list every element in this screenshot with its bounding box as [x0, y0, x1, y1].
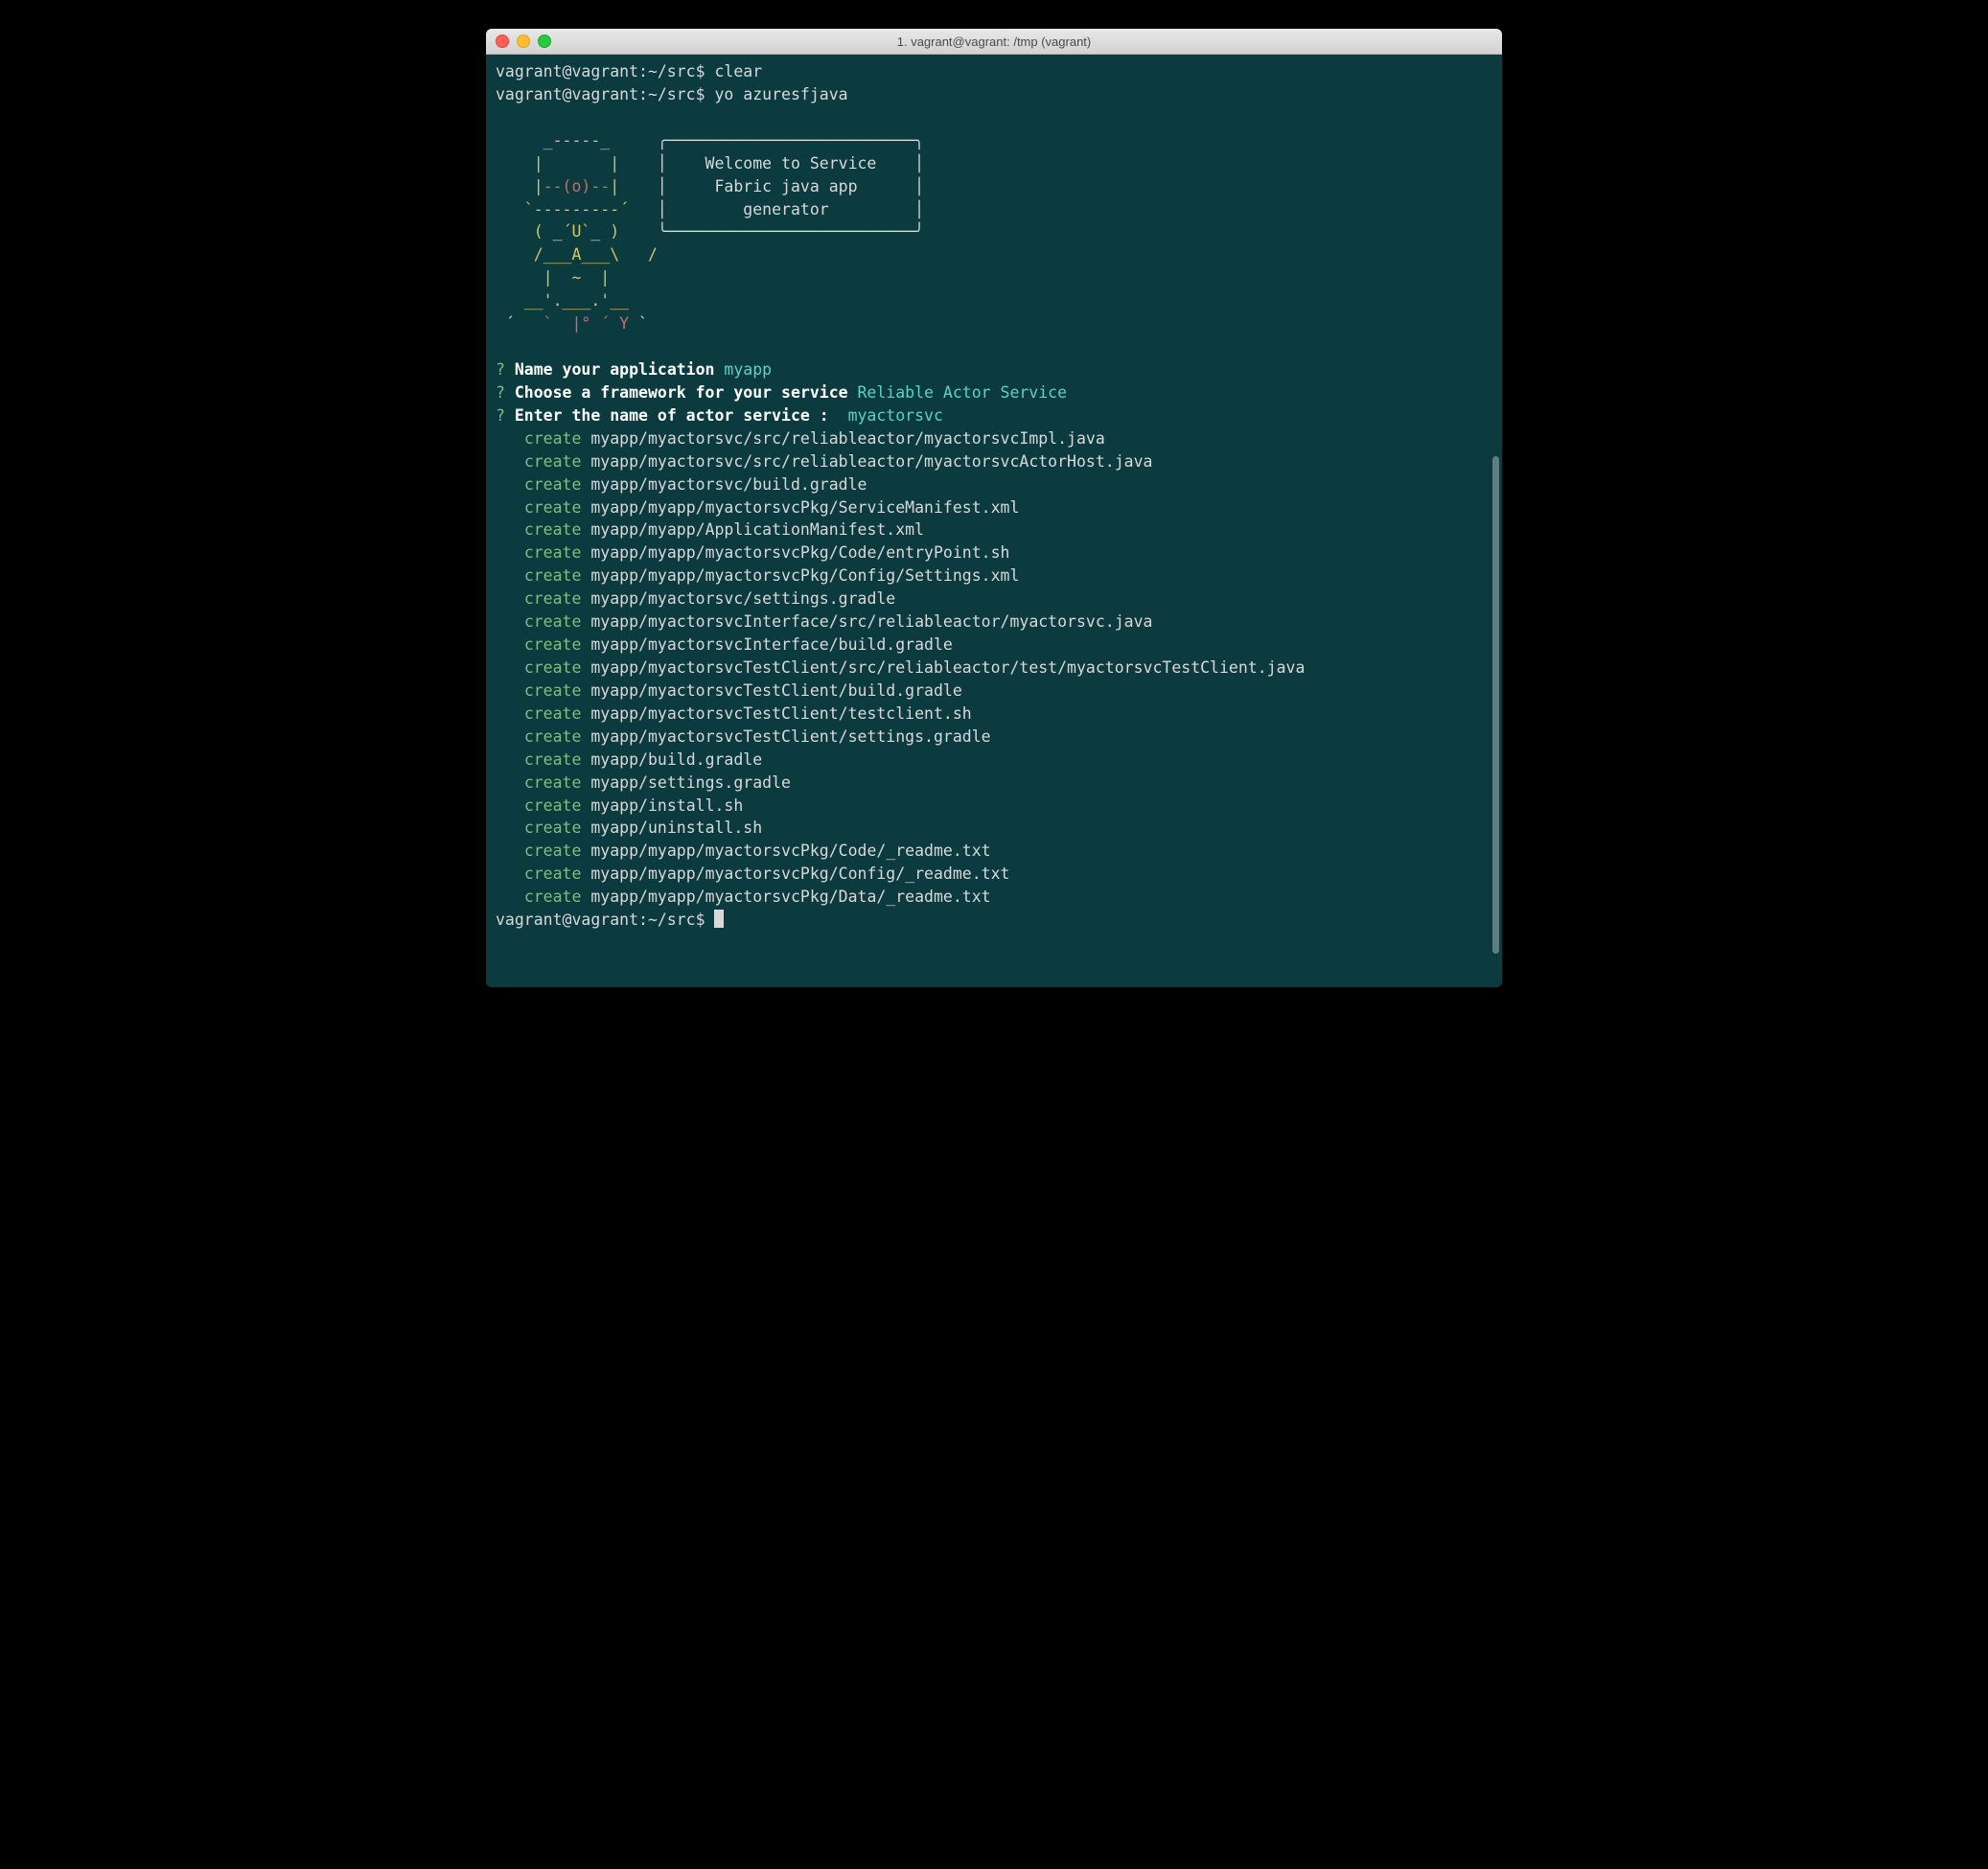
create-label: create	[524, 658, 582, 677]
file-path: myapp/myactorsvc/src/reliableactor/myact…	[590, 429, 1104, 448]
file-path: myapp/myapp/myactorsvcPkg/Code/_readme.t…	[590, 842, 990, 860]
command-1: clear	[714, 62, 762, 81]
create-label: create	[524, 589, 582, 608]
file-path: myapp/myactorsvcInterface/src/reliableac…	[590, 612, 1152, 631]
prompt-line-3: vagrant@vagrant:~/src$	[496, 911, 714, 929]
command-2: yo azuresfjava	[714, 85, 847, 104]
create-label: create	[524, 612, 582, 631]
create-label: create	[524, 429, 582, 448]
create-label: create	[524, 750, 582, 769]
file-path: myapp/myapp/ApplicationManifest.xml	[590, 520, 924, 539]
create-label: create	[524, 475, 582, 494]
answer-2: Reliable Actor Service	[858, 383, 1068, 402]
create-label: create	[524, 796, 582, 815]
file-path: myapp/myactorsvcTestClient/settings.grad…	[590, 727, 990, 746]
file-path: myapp/settings.gradle	[590, 773, 791, 792]
file-path: myapp/build.gradle	[590, 750, 762, 769]
yeoman-art: _-----_	[496, 131, 658, 150]
file-path: myapp/myactorsvcTestClient/src/reliablea…	[590, 658, 1305, 677]
terminal-window: 1. vagrant@vagrant: /tmp (vagrant) vagra…	[486, 29, 1502, 987]
question-mark: ?	[496, 406, 505, 425]
create-label: create	[524, 888, 582, 906]
create-lines: create myapp/myactorsvc/src/reliableacto…	[496, 429, 1305, 906]
file-path: myapp/install.sh	[590, 796, 743, 815]
scrollbar[interactable]	[1492, 60, 1499, 981]
create-label: create	[524, 566, 582, 585]
titlebar: 1. vagrant@vagrant: /tmp (vagrant)	[486, 29, 1502, 55]
file-path: myapp/myactorsvc/settings.gradle	[590, 589, 895, 608]
create-label: create	[524, 543, 582, 562]
question-1: Name your application	[505, 360, 724, 379]
file-path: myapp/myactorsvcInterface/build.gradle	[590, 635, 953, 654]
question-mark: ?	[496, 360, 505, 379]
create-label: create	[524, 452, 582, 471]
scrollbar-thumb[interactable]	[1492, 456, 1499, 954]
create-label: create	[524, 681, 582, 700]
question-mark: ?	[496, 383, 505, 402]
create-label: create	[524, 635, 582, 654]
create-label: create	[524, 773, 582, 792]
prompt-line-1: vagrant@vagrant:~/src$	[496, 62, 714, 81]
file-path: myapp/myactorsvc/src/reliableactor/myact…	[590, 452, 1152, 471]
create-label: create	[524, 520, 582, 539]
file-path: myapp/myactorsvcTestClient/build.gradle	[590, 681, 961, 700]
create-label: create	[524, 842, 582, 860]
create-label: create	[524, 727, 582, 746]
question-3: Enter the name of actor service :	[505, 406, 848, 425]
window-title: 1. vagrant@vagrant: /tmp (vagrant)	[486, 35, 1502, 49]
create-label: create	[524, 498, 582, 517]
file-path: myapp/myactorsvc/build.gradle	[590, 475, 867, 494]
file-path: myapp/myapp/myactorsvcPkg/Config/_readme…	[590, 865, 1009, 883]
file-path: myapp/myapp/myactorsvcPkg/Config/Setting…	[590, 566, 1019, 585]
cursor-icon	[714, 910, 724, 928]
file-path: myapp/myapp/myactorsvcPkg/ServiceManifes…	[590, 498, 1019, 517]
file-path: myapp/uninstall.sh	[590, 819, 762, 837]
file-path: myapp/myapp/myactorsvcPkg/Code/entryPoin…	[590, 543, 1009, 562]
prompt-line-2: vagrant@vagrant:~/src$	[496, 85, 714, 104]
terminal-body[interactable]: vagrant@vagrant:~/src$ clear vagrant@vag…	[486, 55, 1502, 987]
question-2: Choose a framework for your service	[505, 383, 858, 402]
create-label: create	[524, 865, 582, 883]
file-path: myapp/myapp/myactorsvcPkg/Data/_readme.t…	[590, 888, 990, 906]
answer-3: myactorsvc	[848, 406, 943, 425]
create-label: create	[524, 819, 582, 837]
file-path: myapp/myactorsvcTestClient/testclient.sh	[590, 704, 971, 723]
answer-1: myapp	[724, 360, 772, 379]
create-label: create	[524, 704, 582, 723]
